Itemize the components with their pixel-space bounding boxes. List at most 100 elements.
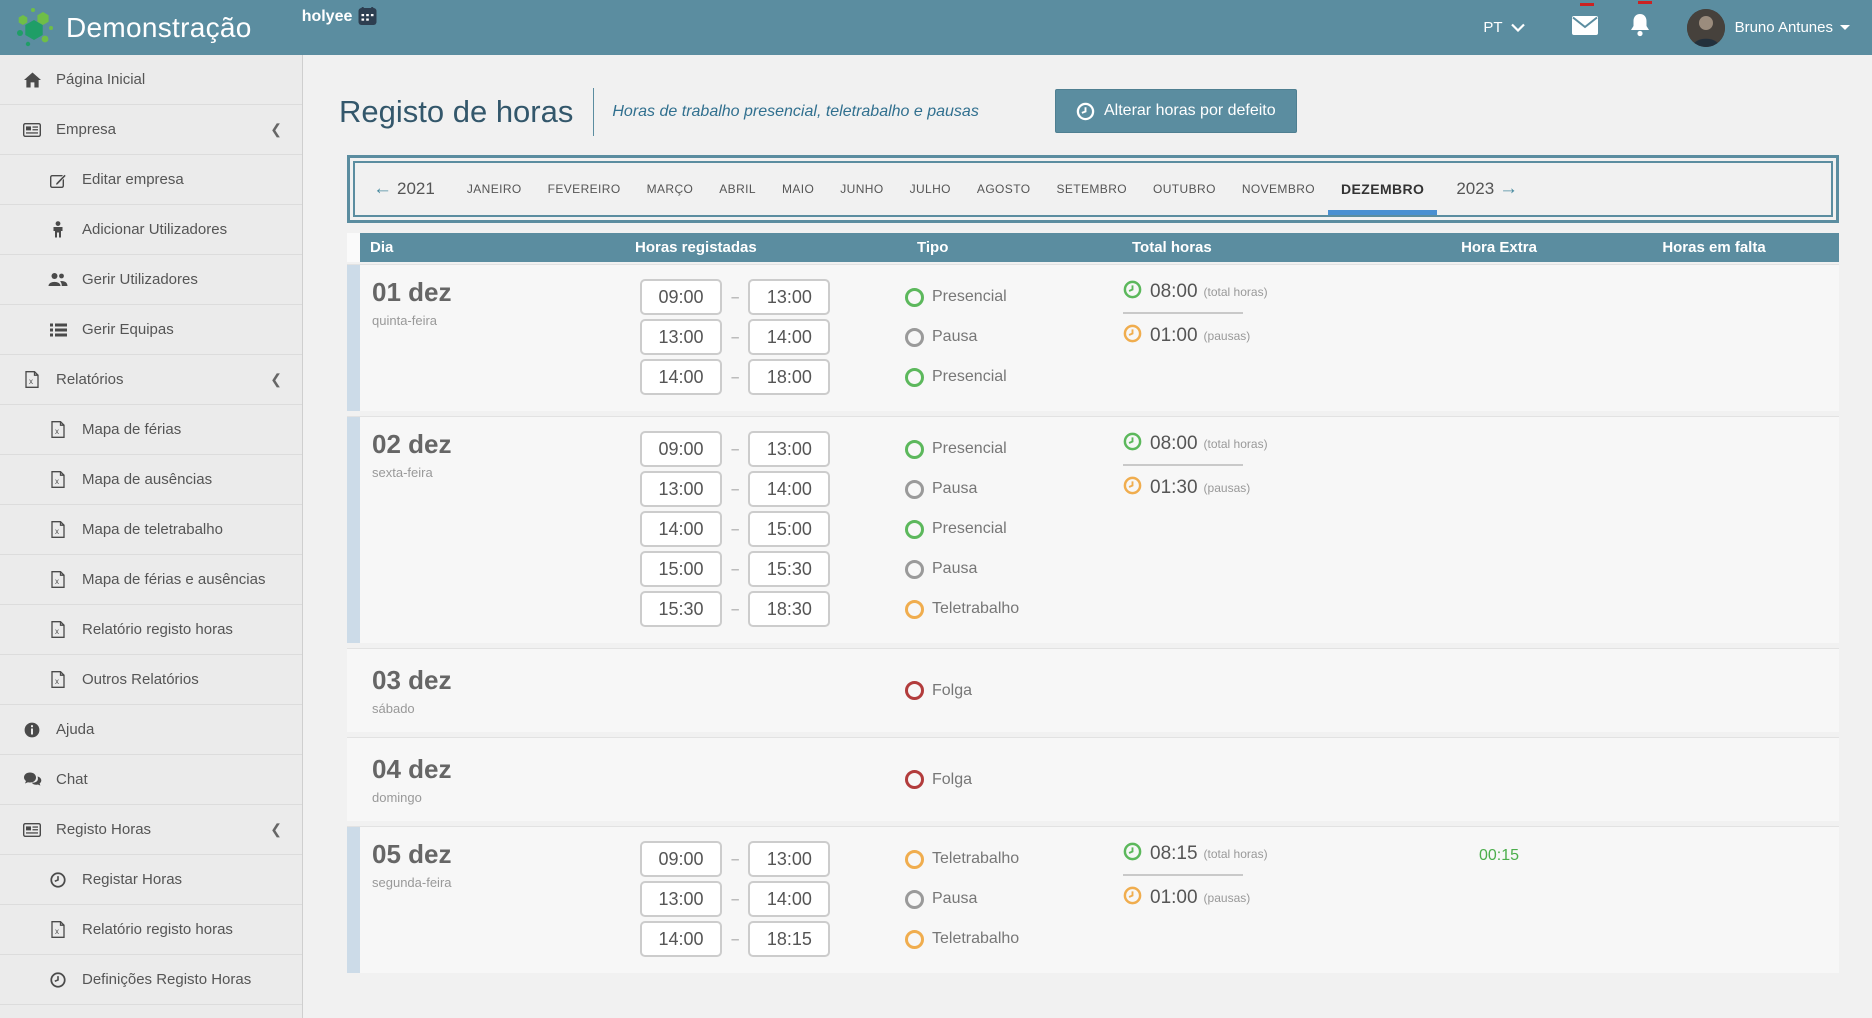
time-from-input[interactable] (640, 551, 722, 587)
sidebar-item-empresa[interactable]: Empresa❮ (0, 105, 302, 155)
time-to-input[interactable] (748, 551, 830, 587)
clock-icon (48, 972, 68, 988)
sidebar-item-mapa-de-f-rias-e-aus-ncias[interactable]: xMapa de férias e ausências (0, 555, 302, 605)
time-from-input[interactable] (640, 471, 722, 507)
month-tab-maio[interactable]: MAIO (769, 163, 827, 215)
type-cell: Folga (869, 744, 1094, 816)
time-to-input[interactable] (748, 319, 830, 355)
month-tab-abril[interactable]: ABRIL (706, 163, 769, 215)
time-range-dash: – (731, 481, 739, 498)
time-from-input[interactable] (640, 881, 722, 917)
sidebar-item-registar-horas[interactable]: Registar Horas (0, 855, 302, 905)
month-tab-março[interactable]: MARÇO (634, 163, 707, 215)
logo-hexagons-icon (14, 6, 56, 50)
svg-text:x: x (29, 377, 33, 386)
type-label: Teletrabalho (932, 600, 1019, 618)
month-tab-julho[interactable]: JULHO (897, 163, 964, 215)
time-entry: – (607, 509, 869, 549)
clock-green-icon (1123, 842, 1142, 866)
type-ring-icon (905, 850, 924, 869)
time-from-input[interactable] (640, 431, 722, 467)
sidebar-item-mapa-de-aus-ncias[interactable]: xMapa de ausências (0, 455, 302, 505)
time-to-input[interactable] (748, 881, 830, 917)
notifications-button[interactable] (1629, 13, 1651, 42)
time-to-input[interactable] (748, 511, 830, 547)
month-tab-fevereiro[interactable]: FEVEREIRO (535, 163, 634, 215)
time-from-input[interactable] (640, 279, 722, 315)
type-label: Presencial (932, 288, 1007, 306)
sidebar-item-label: Empresa (56, 121, 116, 138)
day-cell: 04 dezdomingo (360, 738, 607, 821)
time-to-input[interactable] (748, 359, 830, 395)
time-to-input[interactable] (748, 431, 830, 467)
day-weekday: sexta-feira (360, 465, 607, 480)
row-gutter (347, 827, 360, 973)
sidebar-item-outros-relat-rios[interactable]: xOutros Relatórios (0, 655, 302, 705)
month-tab-setembro[interactable]: SETEMBRO (1043, 163, 1140, 215)
table-header-gutter (347, 233, 360, 262)
time-from-input[interactable] (640, 319, 722, 355)
time-to-input[interactable] (748, 921, 830, 957)
sidebar-item-gerir-utilizadores[interactable]: Gerir Utilizadores (0, 255, 302, 305)
change-default-hours-button[interactable]: Alterar horas por defeito (1055, 89, 1297, 133)
column-header-falta: Horas em falta (1589, 233, 1839, 262)
type-cell: PresencialPausaPresencial (869, 265, 1094, 411)
sidebar-item-mapa-de-f-rias[interactable]: xMapa de férias (0, 405, 302, 455)
sidebar-item-chat[interactable]: Chat (0, 755, 302, 805)
time-to-input[interactable] (748, 841, 830, 877)
sidebar-item-defini-es-registo-horas[interactable]: Definições Registo Horas (0, 955, 302, 1005)
pauses-value: 01:00 (1150, 887, 1198, 909)
sidebar-item-relat-rios[interactable]: xRelatórios❮ (0, 355, 302, 405)
next-year-label: 2023 (1456, 179, 1494, 199)
sidebar-item-editar-empresa[interactable]: Editar empresa (0, 155, 302, 205)
time-to-input[interactable] (748, 471, 830, 507)
extra-hours-cell (1409, 265, 1589, 411)
sidebar-item-adicionar-utilizadores[interactable]: Adicionar Utilizadores (0, 205, 302, 255)
month-tab-outubro[interactable]: OUTUBRO (1140, 163, 1229, 215)
month-tab-agosto[interactable]: AGOSTO (964, 163, 1044, 215)
extra-hours-value: 00:15 (1479, 847, 1519, 959)
time-to-input[interactable] (748, 591, 830, 627)
sidebar-item-relat-rio-registo-horas[interactable]: xRelatório registo horas (0, 905, 302, 955)
month-tab-novembro[interactable]: NOVEMBRO (1229, 163, 1328, 215)
clock-icon (1076, 102, 1095, 121)
time-from-input[interactable] (640, 511, 722, 547)
sidebar-item-label: Registar Horas (82, 871, 182, 888)
total-hours-suffix: (total horas) (1204, 285, 1268, 299)
time-from-input[interactable] (640, 591, 722, 627)
next-year-link[interactable]: 2023 → (1437, 163, 1532, 215)
time-from-input[interactable] (640, 359, 722, 395)
sidebar-item-p-gina-inicial[interactable]: Página Inicial (0, 55, 302, 105)
sidebar-item-registo-horas[interactable]: Registo Horas❮ (0, 805, 302, 855)
sidebar-item-ajuda[interactable]: Ajuda (0, 705, 302, 755)
month-selector-box: ← 2021 JANEIROFEVEREIROMARÇOABRILMAIOJUN… (347, 155, 1839, 223)
messages-button[interactable] (1571, 15, 1599, 41)
sidebar-item-mapa-de-teletrabalho[interactable]: xMapa de teletrabalho (0, 505, 302, 555)
time-to-input[interactable] (748, 279, 830, 315)
entry-type: Pausa (869, 469, 1094, 509)
time-from-input[interactable] (640, 841, 722, 877)
type-ring-icon (905, 930, 924, 949)
list-icon (48, 323, 68, 337)
sidebar-item-relat-rio-registo-horas[interactable]: xRelatório registo horas (0, 605, 302, 655)
time-from-input[interactable] (640, 921, 722, 957)
main-content: Registo de horas Horas de trabalho prese… (303, 55, 1872, 1018)
previous-year-link[interactable]: ← 2021 (359, 163, 454, 215)
type-ring-icon (905, 480, 924, 499)
total-hours-value: 08:00 (1150, 433, 1198, 455)
user-menu[interactable]: Bruno Antunes (1735, 19, 1850, 36)
language-selector[interactable]: PT (1483, 19, 1524, 36)
month-tab-junho[interactable]: JUNHO (827, 163, 896, 215)
month-tab-dezembro[interactable]: DEZEMBRO (1328, 163, 1437, 215)
type-label: Presencial (932, 520, 1007, 538)
sidebar-item-gerir-equipas[interactable]: Gerir Equipas (0, 305, 302, 355)
time-entry: – (607, 277, 869, 317)
table-header-row: DiaHoras registadasTipoTotal horasHora E… (347, 233, 1839, 262)
avatar[interactable] (1687, 9, 1725, 47)
month-tab-janeiro[interactable]: JANEIRO (454, 163, 535, 215)
messages-notification-badge (1580, 3, 1594, 6)
total-hours-suffix: (total horas) (1204, 437, 1268, 451)
svg-text:x: x (55, 477, 59, 486)
type-ring-icon (905, 328, 924, 347)
top-header-bar: Demonstração holyee PT (0, 0, 1872, 55)
